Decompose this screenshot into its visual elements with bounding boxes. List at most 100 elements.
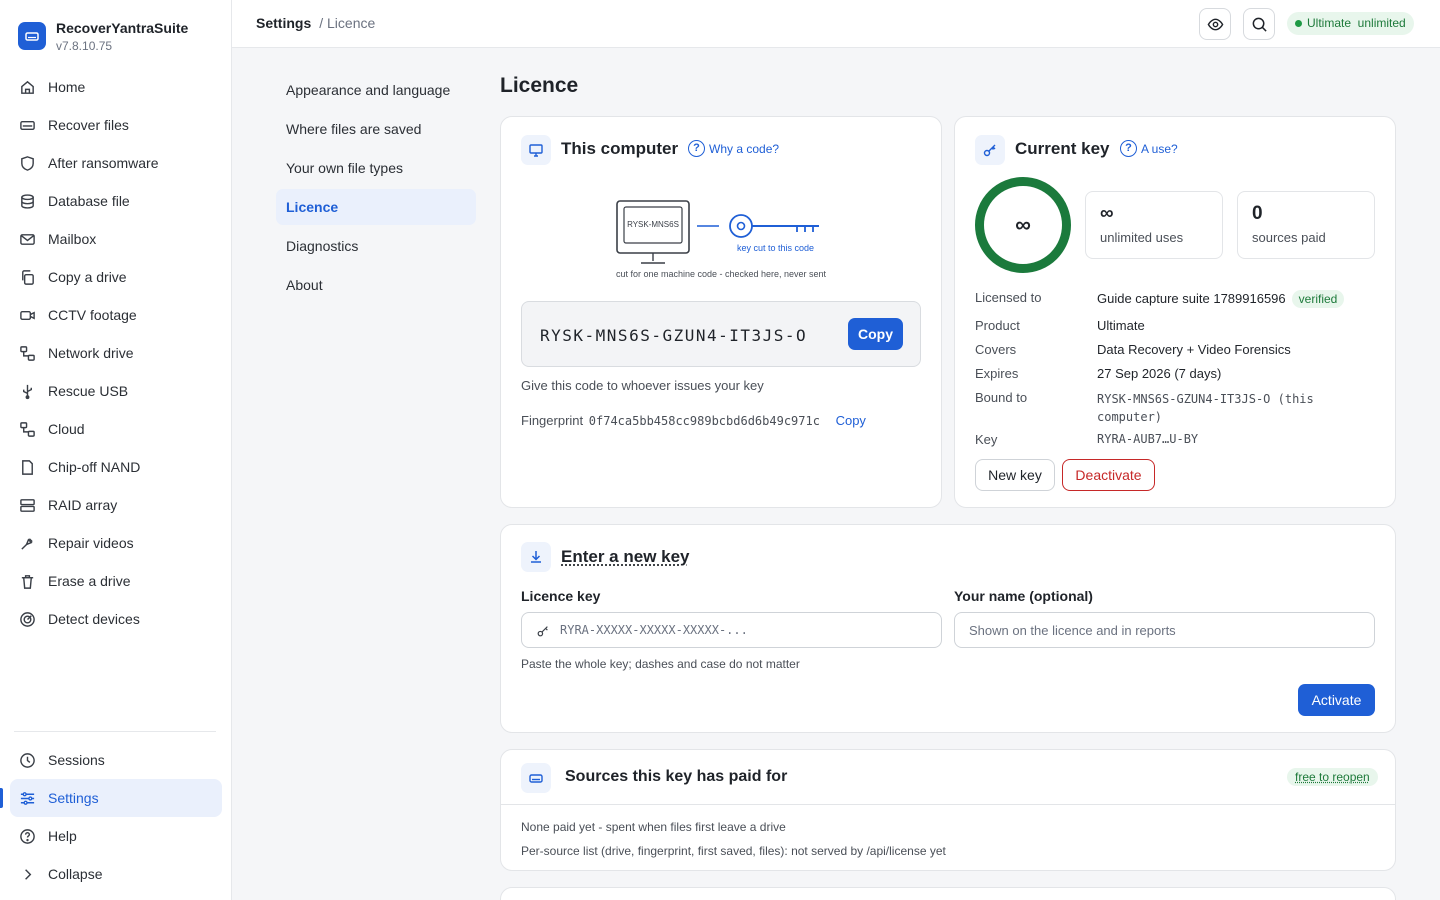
nav-item-erase-a-drive[interactable]: Erase a drive [10, 562, 222, 600]
cloud-icon [19, 421, 36, 438]
settings-tab-appearance[interactable]: Appearance and language [276, 72, 476, 108]
nav-label: Network drive [48, 345, 134, 361]
nav-item-chip-off-nand[interactable]: Chip-off NAND [10, 448, 222, 486]
code-hint: Give this code to whoever issues your ke… [521, 378, 764, 393]
copy-code-button[interactable]: Copy [848, 318, 903, 350]
preview-button[interactable] [1199, 8, 1231, 40]
database-icon [19, 193, 36, 210]
shield-icon [19, 155, 36, 172]
nav-label: Help [48, 828, 77, 844]
nav-label: After ransomware [48, 155, 158, 171]
bound-to-label: Bound to [975, 390, 1027, 405]
brand[interactable]: RecoverYantraSuite v7.8.10.75 [18, 20, 188, 53]
stat-unlimited-uses: ∞ unlimited uses [1085, 191, 1223, 259]
nav-label: Repair videos [48, 535, 134, 551]
nav-item-repair-videos[interactable]: Repair videos [10, 524, 222, 562]
nav-item-raid-array[interactable]: RAID array [10, 486, 222, 524]
card-divider [501, 804, 1395, 805]
key-icon [975, 135, 1005, 165]
nav-item-after-ransomware[interactable]: After ransomware [10, 144, 222, 182]
machine-code[interactable]: RYSK-MNS6S-GZUN4-IT3JS-O [540, 326, 807, 345]
copy-fingerprint-link[interactable]: Copy [836, 413, 866, 428]
settings-tab-where-files-saved[interactable]: Where files are saved [276, 111, 476, 147]
deactivate-button[interactable]: Deactivate [1062, 459, 1155, 491]
settings-tab-file-types[interactable]: Your own file types [276, 150, 476, 186]
active-indicator [0, 788, 3, 808]
nav-item-network-drive[interactable]: Network drive [10, 334, 222, 372]
activate-button[interactable]: Activate [1298, 684, 1375, 716]
settings-tab-diagnostics[interactable]: Diagnostics [276, 228, 476, 264]
nav-item-cctv-footage[interactable]: CCTV footage [10, 296, 222, 334]
plan-badge-label: Ultimate unlimited [1307, 16, 1406, 30]
sources-api-note: Per-source list (drive, fingerprint, fir… [521, 844, 946, 858]
key-icon [536, 624, 550, 638]
nav-label: Rescue USB [48, 383, 128, 399]
new-key-button[interactable]: New key [975, 459, 1055, 491]
ring-value: ∞ [1015, 212, 1031, 238]
plan-badge: Ultimate unlimited [1287, 12, 1414, 35]
enter-key-title: Enter a new key [561, 547, 690, 567]
search-button[interactable] [1243, 8, 1275, 40]
enter-key-card: Enter a new key Licence key Your name (o… [500, 524, 1396, 733]
repair-icon [19, 535, 36, 552]
nav-label: Mailbox [48, 231, 96, 247]
a-use-link[interactable]: ? A use? [1120, 140, 1178, 157]
detect-icon [19, 611, 36, 628]
your-name-input[interactable] [969, 613, 1374, 647]
why-code-link[interactable]: ? Why a code? [688, 140, 779, 157]
monitor-icon [521, 135, 551, 165]
help-icon [19, 828, 36, 845]
settings-menu: Appearance and language Where files are … [276, 72, 476, 306]
nav-item-detect-devices[interactable]: Detect devices [10, 600, 222, 638]
nav-item-cloud[interactable]: Cloud [10, 410, 222, 448]
bound-to-line-2: computer) [1097, 408, 1314, 426]
nav-label: Detect devices [48, 611, 140, 627]
free-to-reopen-badge: free to reopen [1287, 768, 1378, 786]
nav-item-database-file[interactable]: Database file [10, 182, 222, 220]
key-cut-label: key cut to this code [737, 243, 814, 253]
next-card [500, 887, 1396, 900]
camera-icon [19, 307, 36, 324]
breadcrumb-current: / Licence [319, 15, 375, 31]
nav-item-mailbox[interactable]: Mailbox [10, 220, 222, 258]
licensed-to-label: Licensed to [975, 290, 1042, 305]
breadcrumb-root[interactable]: Settings [256, 15, 311, 31]
licence-key-input[interactable] [560, 613, 941, 647]
stat-value: 0 [1252, 204, 1360, 224]
nav-label: Home [48, 79, 85, 95]
sources-title: Sources this key has paid for [565, 768, 787, 786]
nav-label: Chip-off NAND [48, 459, 140, 475]
settings-tab-licence[interactable]: Licence [276, 189, 476, 225]
nav-item-collapse[interactable]: Collapse [10, 855, 222, 893]
monitor-code-label: RYSK-MNS6S [625, 220, 681, 229]
app-version: v7.8.10.75 [56, 39, 188, 53]
stat-sources-paid: 0 sources paid [1237, 191, 1375, 259]
verified-badge: verified [1292, 290, 1345, 308]
settings-tab-about[interactable]: About [276, 267, 476, 303]
nav-item-recover-files[interactable]: Recover files [10, 106, 222, 144]
sources-card: Sources this key has paid for free to re… [500, 749, 1396, 871]
fingerprint-label: Fingerprint [521, 413, 583, 428]
nav-label: Erase a drive [48, 573, 130, 589]
nav-label: Collapse [48, 866, 102, 882]
nav-label: Cloud [48, 421, 85, 437]
nav-item-sessions[interactable]: Sessions [10, 741, 222, 779]
fingerprint-value: 0f74ca5bb458cc989bcbd6d6b49c971c [589, 414, 820, 428]
your-name-field [954, 612, 1375, 648]
network-icon [19, 345, 36, 362]
download-icon [521, 542, 551, 572]
nav-item-home[interactable]: Home [10, 68, 222, 106]
licensee: Guide capture suite 1789916596 [1097, 291, 1286, 306]
breadcrumb: Settings / Licence [256, 15, 375, 31]
sidebar: RecoverYantraSuite v7.8.10.75 Home Recov… [0, 0, 232, 900]
nav-item-help[interactable]: Help [10, 817, 222, 855]
drive-icon [19, 117, 36, 134]
usb-icon [19, 383, 36, 400]
machine-code-box: RYSK-MNS6S-GZUN4-IT3JS-O Copy [521, 301, 921, 367]
chevron-right-icon [19, 866, 36, 883]
nav-item-copy-a-drive[interactable]: Copy a drive [10, 258, 222, 296]
this-computer-title: This computer [561, 139, 678, 159]
nav-item-rescue-usb[interactable]: Rescue USB [10, 372, 222, 410]
nav-item-settings[interactable]: Settings [10, 779, 222, 817]
search-icon [1251, 16, 1268, 33]
